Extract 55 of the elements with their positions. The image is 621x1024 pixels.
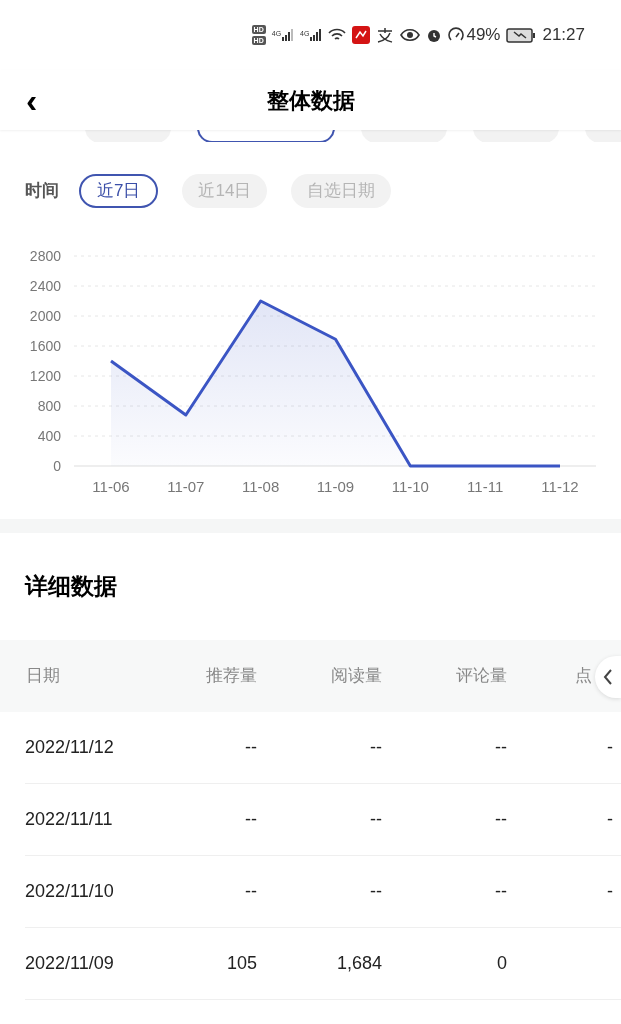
y-tick-label: 2000	[29, 308, 61, 324]
y-tick-label: 1200	[29, 368, 61, 384]
table-cell-text: -	[607, 735, 614, 759]
x-tick-label: 11-12	[541, 478, 579, 495]
gauge-icon	[448, 27, 465, 43]
y-tick-label: 800	[37, 398, 61, 414]
table-cell-text: --	[369, 735, 382, 759]
y-tick-label: 0	[53, 458, 61, 474]
signal-icon	[310, 29, 323, 41]
column-header: 推荐量	[205, 664, 257, 687]
table-cell-text: 2022/11/09	[25, 951, 115, 975]
table-cell-text: -	[607, 807, 614, 831]
x-tick-label: 11-07	[167, 478, 205, 495]
filter-label: 时间	[25, 180, 59, 203]
battery-icon	[506, 27, 537, 43]
table-cell-text: --	[244, 879, 257, 903]
x-tick-label: 11-09	[316, 478, 355, 495]
y-tick-label: 1600	[29, 338, 61, 354]
table-cell-text: --	[244, 735, 257, 759]
x-tick-label: 11-06	[92, 478, 130, 495]
table-cell-text: 2022/11/12	[25, 735, 115, 759]
column-header: 评论量	[455, 664, 507, 687]
table-cell-text: 2022/11/11	[25, 807, 114, 831]
column-header: 阅读量	[330, 664, 382, 687]
chevron-left-icon	[603, 668, 613, 685]
table-cell-text: --	[494, 807, 507, 831]
y-tick-label: 2400	[29, 278, 61, 294]
battery-percent: 49%	[466, 24, 501, 47]
table-cell-text: 0	[496, 951, 507, 975]
table-cell-text: --	[369, 879, 382, 903]
column-header: 点	[575, 664, 593, 687]
column-header: 日期	[25, 664, 61, 687]
x-tick-label: 11-11	[467, 478, 504, 495]
table-cell-text: --	[369, 807, 382, 831]
y-tick-label: 400	[37, 428, 61, 444]
x-tick-label: 11-08	[242, 478, 280, 495]
table-cell-text: 2022/11/10	[25, 879, 115, 903]
y-tick-label: 2800	[29, 248, 61, 264]
table-cell-text: -	[607, 879, 614, 903]
app-icon	[352, 26, 371, 44]
signal-icon	[282, 29, 295, 41]
back-button[interactable]: ‹	[26, 83, 38, 117]
section-title: 详细数据	[23, 572, 118, 601]
table-cell-text: 1,684	[335, 951, 382, 975]
page-title: 整体数据	[266, 86, 355, 115]
wifi-icon	[328, 28, 347, 42]
time-chip[interactable]: 近7日	[79, 174, 159, 208]
clock-time: 21:27	[542, 24, 585, 47]
table-cell-text: --	[494, 735, 507, 759]
x-tick-label: 11-10	[391, 478, 429, 495]
eye-icon	[400, 28, 421, 42]
table-cell-text: 105	[225, 951, 257, 975]
alarm-icon	[426, 27, 443, 43]
table-cell-text: --	[494, 879, 507, 903]
table-cell-text: --	[244, 807, 257, 831]
